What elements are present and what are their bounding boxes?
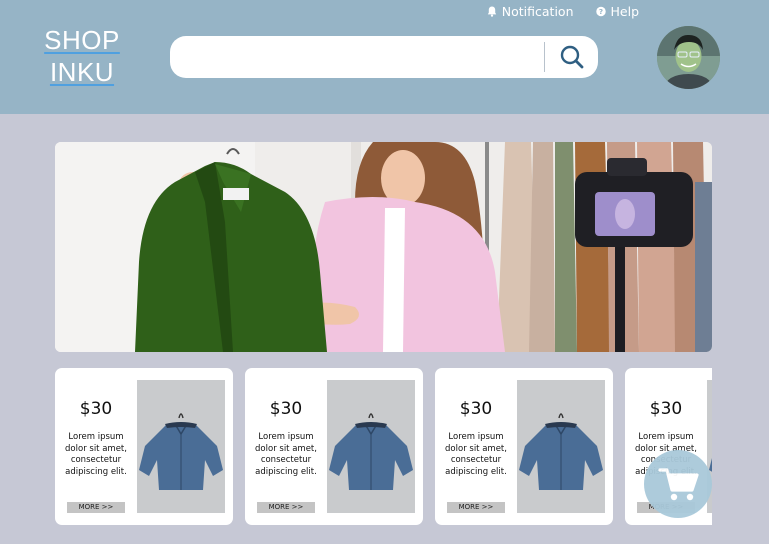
svg-text:?: ? (598, 7, 602, 16)
avatar[interactable] (657, 26, 720, 89)
logo-line-1: SHOP (44, 25, 120, 55)
search-divider (544, 42, 545, 72)
shirt-icon (519, 413, 603, 490)
search-input[interactable] (184, 44, 538, 72)
product-description: Lorem ipsum dolor sit amet, consectetur … (445, 432, 507, 477)
more-button[interactable]: MORE >> (447, 502, 505, 513)
help-link[interactable]: ? Help (595, 4, 640, 19)
product-card[interactable]: $30 Lorem ipsum dolor sit amet, consecte… (435, 368, 613, 525)
header: SHOP INKU Notification ? Help (0, 0, 769, 114)
banner-image (55, 142, 712, 352)
notification-link[interactable]: Notification (487, 4, 574, 19)
product-price: $30 (269, 399, 303, 419)
logo[interactable]: SHOP INKU (40, 24, 124, 88)
shirt-icon (139, 413, 223, 490)
profile-photo (657, 26, 720, 89)
more-button[interactable]: MORE >> (67, 502, 125, 513)
product-card[interactable]: $30 Lorem ipsum dolor sit amet, consecte… (245, 368, 423, 525)
product-price: $30 (459, 399, 493, 419)
product-price: $30 (649, 399, 683, 419)
product-card[interactable]: $30 Lorem ipsum dolor sit amet, consecte… (55, 368, 233, 525)
product-description: Lorem ipsum dolor sit amet, consectetur … (65, 432, 127, 477)
product-image[interactable] (327, 380, 415, 513)
search-bar (170, 36, 598, 78)
logo-line-2: INKU (49, 57, 115, 87)
product-image[interactable] (517, 380, 605, 513)
more-button[interactable]: MORE >> (257, 502, 315, 513)
search-button[interactable] (552, 42, 592, 72)
hero-banner[interactable] (55, 142, 712, 352)
product-price: $30 (79, 399, 113, 419)
bell-icon (487, 6, 496, 17)
shirt-icon (329, 413, 413, 490)
top-links: Notification ? Help (487, 4, 639, 19)
cart-icon (658, 468, 699, 501)
search-icon (560, 45, 584, 69)
product-image[interactable] (137, 380, 225, 513)
product-description: Lorem ipsum dolor sit amet, consectetur … (255, 432, 317, 477)
help-label: Help (610, 4, 640, 19)
help-icon: ? (595, 6, 606, 17)
cart-button[interactable] (644, 450, 712, 518)
notification-label: Notification (501, 4, 574, 19)
